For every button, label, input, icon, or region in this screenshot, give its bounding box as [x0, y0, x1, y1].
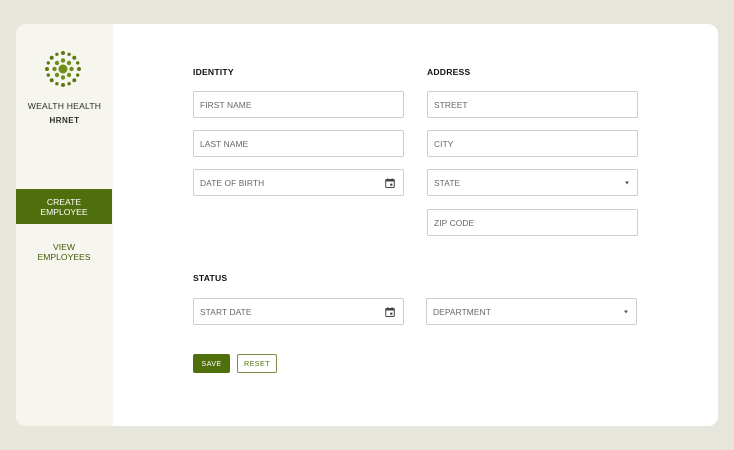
chevron-down-icon[interactable] [625, 181, 629, 184]
status-section-title: STATUS [193, 273, 228, 283]
address-section-title: ADDRESS [427, 67, 471, 77]
sidebar: WEALTH HEALTH HRNET CREATE EMPLOYEE VIEW… [16, 24, 113, 426]
calendar-icon[interactable] [385, 177, 395, 188]
first-name-input[interactable] [200, 99, 370, 110]
start-date-input[interactable] [200, 306, 370, 317]
save-button[interactable]: SAVE [193, 354, 230, 373]
zip-code-input[interactable] [434, 217, 604, 228]
identity-section-title: IDENTITY [193, 67, 234, 77]
last-name-field[interactable] [193, 130, 404, 157]
date-of-birth-field[interactable] [193, 169, 404, 196]
chevron-down-icon[interactable] [624, 310, 628, 313]
city-field[interactable] [427, 130, 638, 157]
mandala-logo-icon [45, 51, 81, 87]
street-field[interactable] [427, 91, 638, 118]
state-select[interactable] [427, 169, 638, 196]
start-date-field[interactable] [193, 298, 404, 325]
department-select-value[interactable] [433, 306, 603, 317]
zip-code-field[interactable] [427, 209, 638, 236]
street-input[interactable] [434, 99, 604, 110]
calendar-icon[interactable] [385, 306, 395, 317]
nav-create-employee[interactable]: CREATE EMPLOYEE [16, 189, 112, 224]
first-name-field[interactable] [193, 91, 404, 118]
brand-subtitle: HRNET [49, 116, 80, 125]
department-select[interactable] [426, 298, 637, 325]
last-name-input[interactable] [200, 138, 370, 149]
reset-button[interactable]: RESET [237, 354, 277, 373]
state-select-value[interactable] [434, 177, 604, 188]
nav-view-employees[interactable]: VIEW EMPLOYEES [16, 234, 112, 269]
city-input[interactable] [434, 138, 604, 149]
brand-name: WEALTH HEALTH [27, 101, 102, 111]
main-card: WEALTH HEALTH HRNET CREATE EMPLOYEE VIEW… [16, 24, 718, 426]
date-of-birth-input[interactable] [200, 177, 370, 188]
